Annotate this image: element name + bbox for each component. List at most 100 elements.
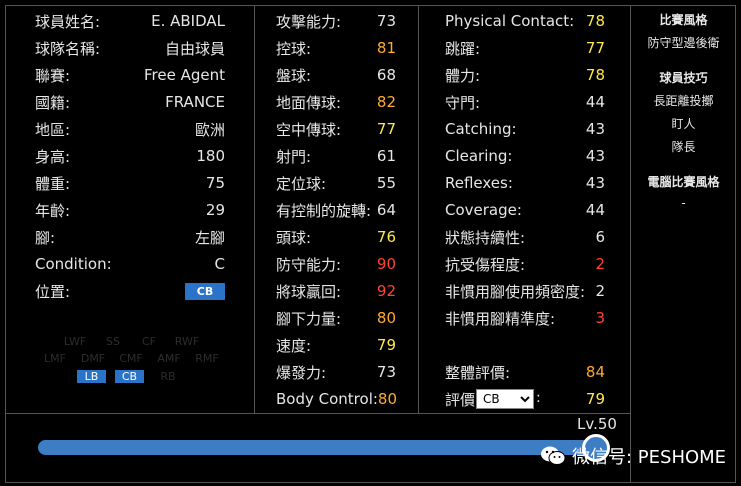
- attribute-row-label: 頭球:: [276, 228, 312, 247]
- position-select[interactable]: CB: [476, 389, 534, 409]
- attribute-row-value: 43: [585, 147, 605, 165]
- attribute-row-label: 速度:: [276, 336, 312, 355]
- info-row-value: 180: [196, 147, 225, 165]
- position-cell: RWF: [174, 335, 200, 348]
- info-row-value: 左腳: [194, 228, 225, 247]
- attribute-row: 狀態持續性: 6: [445, 226, 605, 248]
- info-row: 身高: 180: [35, 145, 225, 167]
- attribute-row-label: 非慣用腳精準度:: [445, 309, 556, 328]
- info-row: 腳: 左腳: [35, 226, 225, 248]
- attribute-row-label: 狀態持續性:: [445, 228, 526, 247]
- attribute-row: 空中傳球: 77: [276, 118, 396, 140]
- info-row: 球隊名稱: 自由球員: [35, 37, 225, 59]
- attribute-row: 定位球: 55: [276, 172, 396, 194]
- attribute-row-value: 73: [376, 12, 396, 30]
- attribute-row: 守門: 44: [445, 91, 605, 113]
- info-row-label: 國籍:: [35, 93, 71, 112]
- attribute-row-value: 2: [595, 282, 605, 300]
- position-cell: LWF: [63, 335, 87, 348]
- attribute-row: 控球: 81: [276, 37, 396, 59]
- overall-value: 84: [585, 363, 605, 381]
- attribute-row-label: 有控制的旋轉:: [276, 201, 372, 220]
- info-row-value: 29: [205, 201, 225, 219]
- attribute-row: 攻擊能力: 73: [276, 10, 396, 32]
- attribute-row-value: 82: [376, 93, 396, 111]
- info-row: 體重: 75: [35, 172, 225, 194]
- attribute-row-label: 爆發力:: [276, 363, 327, 382]
- attribute-row-label: Reflexes:: [445, 174, 513, 192]
- level-label: Lv.50: [577, 415, 617, 433]
- attribute-row-value: 81: [376, 39, 396, 57]
- attribute-row-label: 非慣用腳使用頻密度:: [445, 282, 586, 301]
- attribute-row-value: 76: [376, 228, 396, 246]
- position-cell: AMF: [157, 352, 181, 365]
- info-row-label: 球員姓名:: [35, 12, 101, 31]
- info-row-label: 身高:: [35, 147, 71, 166]
- ai-style-value: -: [681, 196, 686, 210]
- rating-colon: :: [536, 390, 541, 406]
- right-panel: 比賽風格 防守型邊後衛 球員技巧 長距離投擲 盯人 隊長 電腦比賽風格 -: [631, 11, 736, 210]
- info-row-value: 75: [205, 174, 225, 192]
- attribute-row: 盤球: 68: [276, 64, 396, 86]
- attribute-row: 速度: 79: [276, 334, 396, 356]
- position-cell: SS: [106, 335, 120, 348]
- info-row-label: 腳:: [35, 228, 56, 247]
- attribute-row-label: 地面傳球:: [276, 93, 342, 112]
- attribute-row-label: Clearing:: [445, 147, 513, 165]
- info-row-label: Condition:: [35, 255, 112, 273]
- attribute-row: 將球贏回: 92: [276, 280, 396, 302]
- overall-row: 整體評價: 84: [445, 361, 605, 383]
- info-row: 國籍: FRANCE: [35, 91, 225, 113]
- attribute-row-value: 6: [595, 228, 605, 246]
- attribute-row-label: 射門:: [276, 147, 312, 166]
- attribute-row-value: 61: [376, 147, 396, 165]
- attribute-row: Coverage: 44: [445, 199, 605, 221]
- attribute-row: Catching: 43: [445, 118, 605, 140]
- level-slider-track[interactable]: [38, 440, 610, 455]
- attribute-row-label: 定位球:: [276, 174, 327, 193]
- wechat-icon: [541, 446, 566, 465]
- attribute-row-label: 抗受傷程度:: [445, 255, 526, 274]
- attribute-row-value: 90: [376, 255, 396, 273]
- position-cell: CMF: [119, 352, 143, 365]
- position-cell: RB: [160, 370, 176, 383]
- attribute-row-label: Physical Contact:: [445, 12, 575, 30]
- attribute-row-value: 77: [585, 39, 605, 57]
- info-row: Condition: C: [35, 253, 225, 275]
- attribute-row: 地面傳球: 82: [276, 91, 396, 113]
- attribute-row: Clearing: 43: [445, 145, 605, 167]
- play-style-value: 防守型邊後衛: [647, 36, 720, 50]
- position-cell: DMF: [80, 352, 106, 365]
- attribute-row: 防守能力: 90: [276, 253, 396, 275]
- position-cell: LB: [77, 370, 106, 383]
- position-cell: RMF: [195, 352, 219, 365]
- position-cell: CF: [141, 335, 156, 348]
- attribute-row: 非慣用腳使用頻密度: 2: [445, 280, 605, 302]
- skill-item: 長距離投擲: [653, 94, 714, 108]
- position-row: 位置: CB: [35, 280, 225, 302]
- attribute-row-value: 44: [585, 93, 605, 111]
- skill-item: 隊長: [671, 140, 696, 154]
- attribute-row: Body Control: 80: [276, 388, 397, 410]
- position-label: 位置:: [35, 282, 71, 301]
- attribute-row-label: 將球贏回:: [276, 282, 342, 301]
- attribute-row-value: 73: [376, 363, 396, 381]
- attribute-row-value: 77: [376, 120, 396, 138]
- position-cell: CB: [115, 370, 144, 383]
- attribute-row: 抗受傷程度: 2: [445, 253, 605, 275]
- attribute-row: 體力: 78: [445, 64, 605, 86]
- attribute-row-label: 防守能力:: [276, 255, 342, 274]
- attribute-row-label: 跳躍:: [445, 39, 481, 58]
- skill-item: 盯人: [671, 117, 696, 131]
- attribute-row-label: 體力:: [445, 66, 481, 85]
- info-row-value: 自由球員: [164, 39, 225, 58]
- rating-value: 79: [585, 390, 605, 408]
- info-row-value: FRANCE: [165, 93, 225, 111]
- rating-label: 評價: [445, 390, 476, 409]
- attribute-row-value: 64: [376, 201, 396, 219]
- attribute-row-label: 腳下力量:: [276, 309, 342, 328]
- attribute-row-label: 攻擊能力:: [276, 12, 342, 31]
- attribute-row-label: 控球:: [276, 39, 312, 58]
- attribute-row-label: 盤球:: [276, 66, 312, 85]
- attribute-row-label: 守門:: [445, 93, 481, 112]
